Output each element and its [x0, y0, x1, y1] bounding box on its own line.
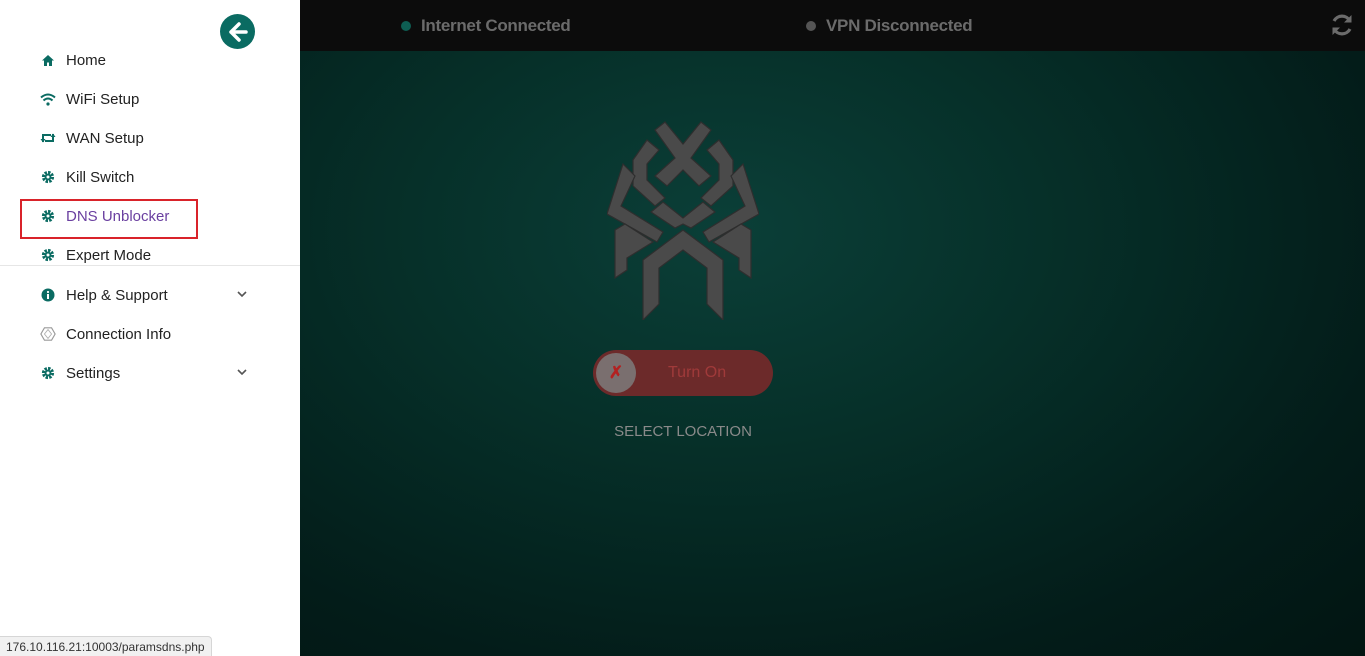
sidebar-item-wan-setup[interactable]: WAN Setup — [40, 126, 144, 150]
sidebar: Home WiFi Setup WAN Setup Kill Switch DN… — [0, 0, 300, 656]
internet-status-label: Internet Connected — [421, 16, 571, 35]
gear-icon — [40, 247, 56, 263]
browser-status-url: 176.10.116.21:10003/paramsdns.php — [0, 636, 212, 656]
hexagon-icon — [40, 326, 56, 342]
sidebar-item-label: Expert Mode — [66, 246, 152, 264]
vpn-status: VPN Disconnected — [806, 15, 973, 37]
sidebar-item-label: WiFi Setup — [66, 90, 140, 108]
internet-status-dot — [401, 21, 411, 31]
chevron-down-icon[interactable] — [237, 365, 247, 379]
sidebar-item-label: Connection Info — [66, 325, 172, 343]
sidebar-item-label: DNS Unblocker — [66, 207, 170, 225]
home-icon — [40, 52, 56, 68]
sidebar-item-wifi-setup[interactable]: WiFi Setup — [40, 87, 139, 111]
sidebar-item-help-support[interactable]: Help & Support — [40, 283, 168, 307]
sidebar-item-connection-info[interactable]: Connection Info — [40, 322, 171, 346]
sidebar-item-kill-switch[interactable]: Kill Switch — [40, 165, 134, 189]
spider-logo-icon — [607, 121, 759, 320]
toggle-label: Turn On — [668, 364, 727, 381]
sidebar-item-label: Home — [66, 51, 107, 69]
sidebar-item-label: WAN Setup — [66, 129, 144, 147]
sidebar-item-label: Kill Switch — [66, 168, 135, 186]
sidebar-item-label: Help & Support — [66, 286, 168, 304]
select-location-link[interactable]: SELECT LOCATION — [593, 423, 773, 440]
toggle-knob: ✗ — [596, 353, 636, 393]
back-arrow-button[interactable] — [220, 14, 255, 49]
info-circle-icon — [40, 287, 56, 303]
vpn-status-dot — [806, 21, 816, 31]
gear-icon — [40, 169, 56, 185]
sidebar-item-home[interactable]: Home — [40, 48, 106, 72]
arrow-left-icon — [228, 21, 248, 42]
internet-status: Internet Connected — [401, 15, 571, 37]
sidebar-item-expert-mode[interactable]: Expert Mode — [40, 243, 151, 267]
retweet-icon — [40, 130, 56, 146]
refresh-icon[interactable] — [1329, 12, 1355, 38]
chevron-down-icon[interactable] — [237, 287, 247, 301]
sidebar-item-dns-unblocker[interactable]: DNS Unblocker — [40, 204, 169, 228]
wifi-icon — [40, 91, 56, 107]
status-bar: Internet Connected VPN Disconnected — [300, 0, 1365, 51]
gear-icon — [40, 208, 56, 224]
sidebar-item-label: Settings — [66, 364, 121, 382]
close-icon: ✗ — [608, 363, 624, 382]
sidebar-divider — [0, 265, 300, 266]
gear-icon — [40, 365, 56, 381]
vpn-toggle-switch[interactable]: ✗ Turn On — [593, 350, 773, 396]
main-panel: Internet Connected VPN Disconnected ✗ Tu… — [300, 0, 1365, 656]
vpn-status-label: VPN Disconnected — [826, 16, 973, 35]
sidebar-item-settings[interactable]: Settings — [40, 361, 120, 385]
